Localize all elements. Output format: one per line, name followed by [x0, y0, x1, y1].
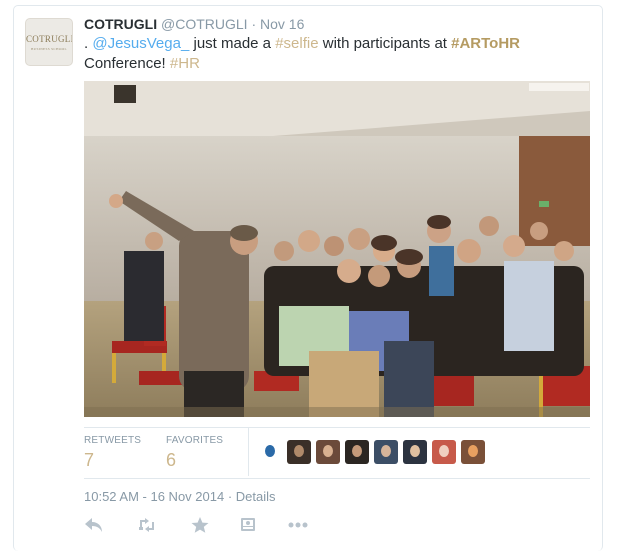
- photo-button[interactable]: [238, 516, 260, 536]
- favoriter-face: [323, 445, 333, 457]
- favoriter-face: [294, 445, 304, 457]
- favoriter-face: [381, 445, 391, 457]
- favoriter-face: [352, 445, 362, 457]
- retweet-button[interactable]: [136, 516, 158, 536]
- reply-icon: [85, 518, 102, 532]
- favorite-icon: [191, 517, 209, 533]
- tweet-text: . @JesusVega_ just made a #selfie with p…: [84, 34, 594, 74]
- reply-button[interactable]: [84, 516, 106, 536]
- favorites-stat[interactable]: FAVORITES 6: [166, 435, 223, 471]
- author-username[interactable]: @COTRUGLI: [161, 16, 248, 32]
- retweets-stat[interactable]: RETWEETS 7: [84, 435, 141, 471]
- favorites-count: 6: [166, 450, 177, 470]
- favoriter-face: [439, 445, 449, 457]
- photo-icon: [241, 518, 255, 531]
- favoriter-avatar[interactable]: [403, 440, 427, 464]
- favorites-label: FAVORITES: [166, 435, 224, 446]
- tweet-actions: [84, 516, 324, 536]
- tweet-header: COTRUGLI @COTRUGLI · Nov 16: [84, 15, 304, 33]
- tweet-photo[interactable]: [84, 81, 590, 417]
- favoriter-avatar[interactable]: [287, 440, 311, 464]
- tweet-text-2: with participants at: [318, 35, 452, 52]
- more-button[interactable]: [287, 516, 309, 536]
- avatar-logo-text: COTRUGLI: [26, 34, 73, 44]
- retweet-icon: [139, 518, 154, 532]
- favoriter-avatar[interactable]: [432, 440, 456, 464]
- selfie-photo-illustration: [84, 81, 590, 417]
- hashtag-selfie[interactable]: #selfie: [275, 35, 318, 52]
- avatar-logo-subtext: BUSINESS SCHOOL: [31, 47, 67, 51]
- author-avatar[interactable]: COTRUGLI BUSINESS SCHOOL: [25, 18, 73, 66]
- header-separator: ·: [251, 16, 257, 32]
- mention-link[interactable]: @JesusVega_: [92, 35, 189, 52]
- retweets-label: RETWEETS: [84, 435, 142, 446]
- favoriter-face: [410, 445, 420, 457]
- favoriter-avatar[interactable]: [258, 440, 282, 464]
- time-separator: ·: [224, 489, 236, 504]
- more-icon: [288, 522, 308, 528]
- details-link[interactable]: Details: [236, 489, 276, 504]
- tweet-text-3: Conference!: [84, 55, 170, 72]
- tweet-stats: RETWEETS 7 FAVORITES 6: [84, 427, 590, 479]
- favoriter-avatar[interactable]: [316, 440, 340, 464]
- favoriter-avatar[interactable]: [374, 440, 398, 464]
- author-fullname[interactable]: COTRUGLI: [84, 16, 157, 32]
- favoriter-avatar[interactable]: [461, 440, 485, 464]
- hashtag-hr[interactable]: #HR: [170, 55, 200, 72]
- favoriter-face: [468, 445, 478, 457]
- tweet-time-line: 10:52 AM - 16 Nov 2014 · Details: [84, 489, 276, 504]
- favorite-button[interactable]: [190, 516, 212, 536]
- retweets-count: 7: [84, 450, 95, 470]
- favoriter-avatar[interactable]: [345, 440, 369, 464]
- hashtag-artohr[interactable]: #ARToHR: [451, 35, 520, 52]
- stats-divider: [248, 428, 249, 476]
- favoriter-face: [265, 445, 275, 457]
- tweet-datetime: 10:52 AM - 16 Nov 2014: [84, 489, 225, 504]
- tweet-text-1: just made a: [189, 35, 276, 52]
- tweet-timestamp[interactable]: Nov 16: [260, 16, 304, 32]
